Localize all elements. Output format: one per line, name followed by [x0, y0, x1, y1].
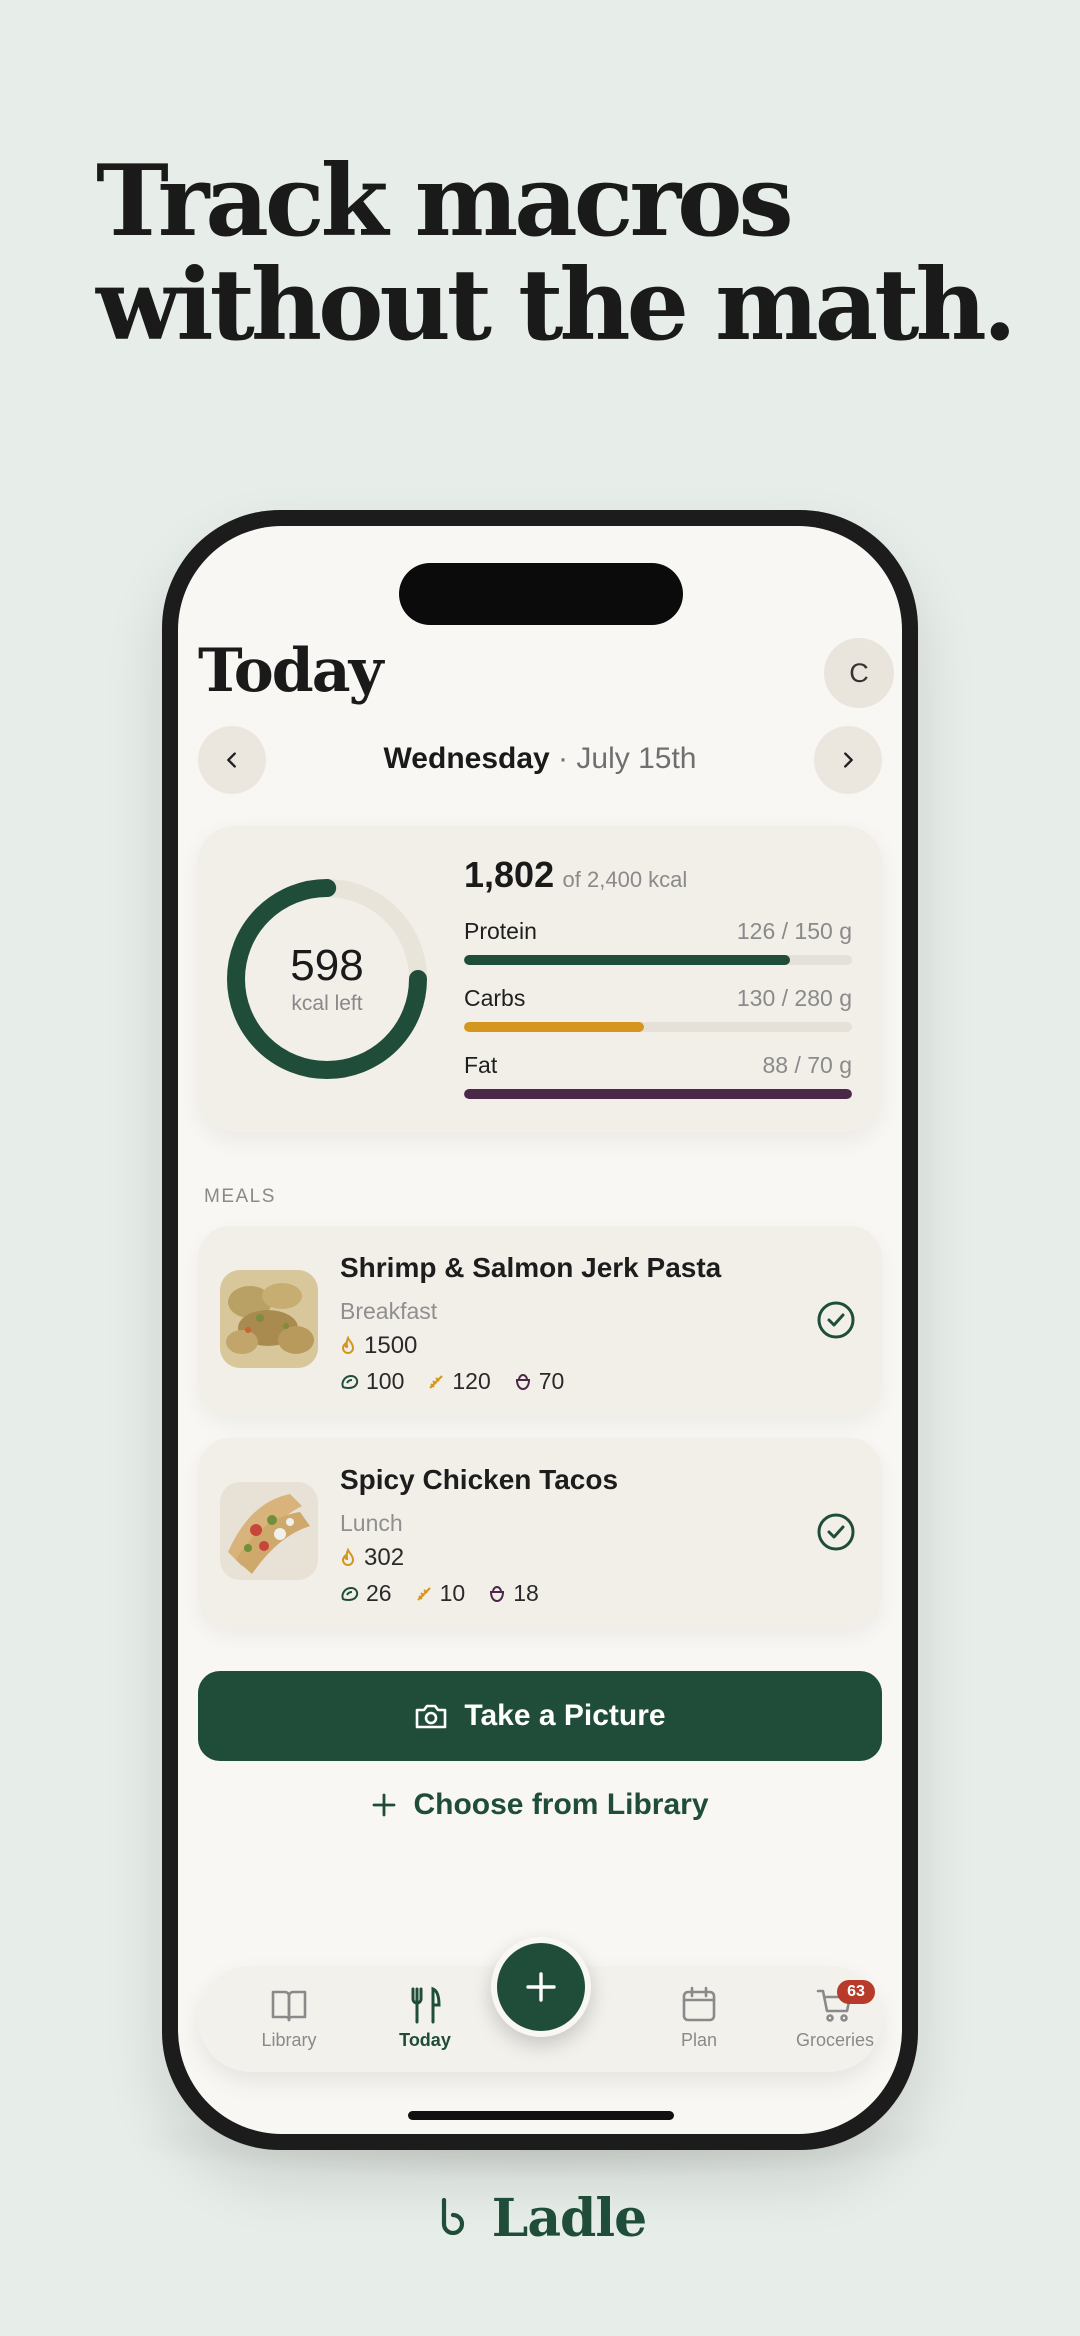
fat-icon: [490, 1585, 505, 1602]
meal-fat-value: 70: [538, 1368, 565, 1394]
check-circle-icon[interactable]: [816, 1300, 856, 1340]
meal-calories: 302: [340, 1544, 404, 1572]
meal-carbs: 120: [426, 1368, 491, 1395]
meal-fat: 18: [487, 1580, 539, 1607]
meal-type: Breakfast: [340, 1298, 438, 1324]
page-title: Today: [198, 636, 383, 706]
calorie-totals: 1,802 of 2,400 kcal: [464, 854, 687, 896]
calorie-ring-label: 598 kcal left: [224, 876, 430, 1082]
date-label: July 15th: [576, 742, 697, 775]
meal-card[interactable]: Shrimp & Salmon Jerk Pasta Breakfast 150…: [198, 1226, 882, 1416]
meal-macros: 26 10 18: [340, 1580, 539, 1607]
tab-label: Groceries: [795, 2030, 875, 2050]
protein-icon: [341, 1374, 359, 1389]
tab-library[interactable]: Library: [234, 1986, 344, 2051]
fat-icon: [515, 1373, 530, 1390]
tab-label: Plan: [680, 2030, 718, 2050]
tab-label: Today: [399, 2030, 451, 2050]
meal-protein: 26: [340, 1580, 392, 1607]
macro-name: Protein: [464, 918, 537, 944]
book-icon: [271, 1990, 307, 2022]
daily-summary-card: 598 kcal left 1,802 of 2,400 kcal Protei…: [198, 826, 882, 1132]
macro-progress-track: [464, 955, 852, 965]
date-weekday: Wednesday: [383, 742, 550, 775]
carbs-icon: [416, 1586, 431, 1601]
macro-name: Carbs: [464, 985, 526, 1011]
kcal-left-value: 598: [290, 941, 364, 990]
macro-carbs: Carbs 130 / 280 g: [464, 985, 852, 1032]
macro-progress-track: [464, 1022, 852, 1032]
macro-name: Fat: [464, 1052, 498, 1078]
plus-icon: [526, 1972, 556, 2002]
chevron-right-icon: [844, 752, 853, 768]
camera-icon: [416, 1704, 447, 1729]
meal-calories: 1500: [340, 1332, 417, 1360]
take-picture-button[interactable]: Take a Picture: [198, 1671, 882, 1761]
meal-type: Lunch: [340, 1510, 403, 1536]
check-circle-icon[interactable]: [816, 1512, 856, 1552]
add-meal-button[interactable]: [491, 1937, 591, 2037]
macro-progress-fill: [464, 1089, 852, 1099]
headline-line-1: Track macros: [96, 144, 794, 259]
meal-protein-value: 26: [366, 1580, 392, 1606]
meal-photo: [220, 1270, 318, 1368]
kcal-left-label: kcal left: [291, 992, 363, 1015]
meal-calories-value: 1500: [364, 1332, 418, 1359]
meal-carbs-value: 10: [439, 1580, 466, 1606]
choose-from-library-button[interactable]: Choose from Library: [178, 1788, 902, 1822]
meal-carbs: 10: [414, 1580, 466, 1607]
headline-line-2: without the math.: [96, 248, 1017, 363]
meal-fat-value: 18: [513, 1580, 539, 1606]
flame-icon: [341, 1336, 355, 1354]
tab-groceries[interactable]: 63 Groceries: [780, 1980, 890, 2051]
phone-screen: Today C Wednesday · July 15th 598 kcal l…: [178, 526, 902, 2134]
macro-amount: 88 / 70 g: [762, 1052, 852, 1078]
groceries-count-badge: 63: [837, 1980, 875, 2004]
kcal-consumed: 1,802: [464, 854, 555, 895]
macro-fat: Fat 88 / 70 g: [464, 1052, 852, 1099]
dynamic-island: [399, 563, 683, 625]
date-selector: Wednesday · July 15th: [178, 742, 902, 776]
meal-macros: 100 120 70: [340, 1368, 564, 1395]
macro-progress-fill: [464, 955, 790, 965]
tab-today[interactable]: Today: [370, 1986, 480, 2051]
ladle-icon: [441, 2197, 464, 2235]
plus-icon: [373, 1793, 396, 1817]
marketing-headline: Track macros without the math.: [96, 144, 1017, 363]
avatar[interactable]: C: [824, 638, 894, 708]
carbs-icon: [429, 1374, 444, 1389]
choose-from-library-label: Choose from Library: [413, 1788, 709, 1821]
kcal-goal: of 2,400 kcal: [562, 867, 688, 892]
flame-icon: [341, 1548, 355, 1566]
date-separator: ·: [558, 742, 569, 775]
meals-section-label: MEALS: [204, 1186, 276, 1207]
macro-progress-track: [464, 1089, 852, 1099]
meal-calories-value: 302: [364, 1544, 405, 1571]
next-day-button[interactable]: [814, 726, 882, 794]
meal-photo: [220, 1482, 318, 1580]
meal-protein: 100: [340, 1368, 404, 1395]
phone-frame: Today C Wednesday · July 15th 598 kcal l…: [162, 510, 918, 2150]
tab-label: Library: [261, 2030, 317, 2050]
brand-logo: Ladle: [0, 2188, 1080, 2249]
calendar-icon: [682, 1986, 716, 2022]
meal-protein-value: 100: [366, 1368, 405, 1394]
meal-name: Shrimp & Salmon Jerk Pasta: [340, 1252, 722, 1283]
meal-name: Spicy Chicken Tacos: [340, 1464, 619, 1495]
home-indicator: [408, 2111, 674, 2120]
take-picture-label: Take a Picture: [464, 1699, 666, 1732]
meal-carbs-value: 120: [452, 1368, 491, 1394]
brand-name: Ladle: [491, 2188, 647, 2249]
meal-fat: 70: [513, 1368, 565, 1395]
macro-amount: 126 / 150 g: [736, 918, 852, 944]
fork-knife-icon: [411, 1986, 441, 2024]
meal-card[interactable]: Spicy Chicken Tacos Lunch 302 26 10 18: [198, 1438, 882, 1628]
macro-amount: 130 / 280 g: [736, 985, 852, 1011]
macro-progress-fill: [464, 1022, 645, 1032]
cart-icon-wrap: 63: [815, 1980, 875, 2024]
protein-icon: [341, 1586, 359, 1601]
macro-protein: Protein 126 / 150 g: [464, 918, 852, 965]
tab-plan[interactable]: Plan: [644, 1986, 754, 2051]
